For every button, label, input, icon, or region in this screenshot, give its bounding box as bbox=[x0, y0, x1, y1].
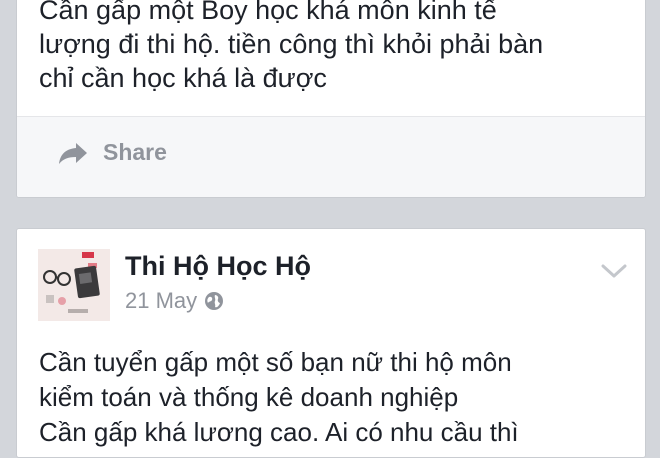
post-action-bar: Share bbox=[17, 116, 645, 197]
post-text-line: chỉ cần học khá là được bbox=[39, 63, 327, 93]
page-avatar[interactable] bbox=[38, 249, 110, 321]
globe-icon bbox=[197, 291, 224, 311]
post-card: Thi Hộ Học Hộ 21 May Cần tuyển gấp một s… bbox=[16, 228, 646, 458]
share-label: Share bbox=[103, 139, 167, 165]
post-text-line: Cần gấp một Boy học khá môn kinh tế bbox=[39, 0, 497, 25]
post-text-line: Cần tuyển gấp một số bạn nữ thi hộ môn bbox=[39, 347, 512, 377]
chevron-down-icon[interactable] bbox=[601, 263, 627, 284]
post-date[interactable]: 21 May bbox=[125, 288, 197, 314]
post-meta: 21 May bbox=[125, 288, 224, 314]
post-text-line: Cần gấp khá lương cao. Ai có nhu cầu thì bbox=[39, 417, 519, 447]
post-text: Cần tuyển gấp một số bạn nữ thi hộ môn k… bbox=[39, 345, 639, 450]
page-name[interactable]: Thi Hộ Học Hộ bbox=[125, 251, 311, 282]
share-button[interactable]: Share bbox=[57, 139, 167, 166]
post-text-line: lượng đi thi hộ. tiền công thì khỏi phải… bbox=[39, 29, 544, 59]
post-text-line: kiểm toán và thống kê doanh nghiệp bbox=[39, 382, 459, 412]
post-card-previous: Cần gấp một Boy học khá môn kinh tế lượn… bbox=[16, 0, 646, 198]
share-arrow-icon bbox=[57, 141, 89, 165]
post-text: Cần gấp một Boy học khá môn kinh tế lượn… bbox=[39, 0, 639, 95]
